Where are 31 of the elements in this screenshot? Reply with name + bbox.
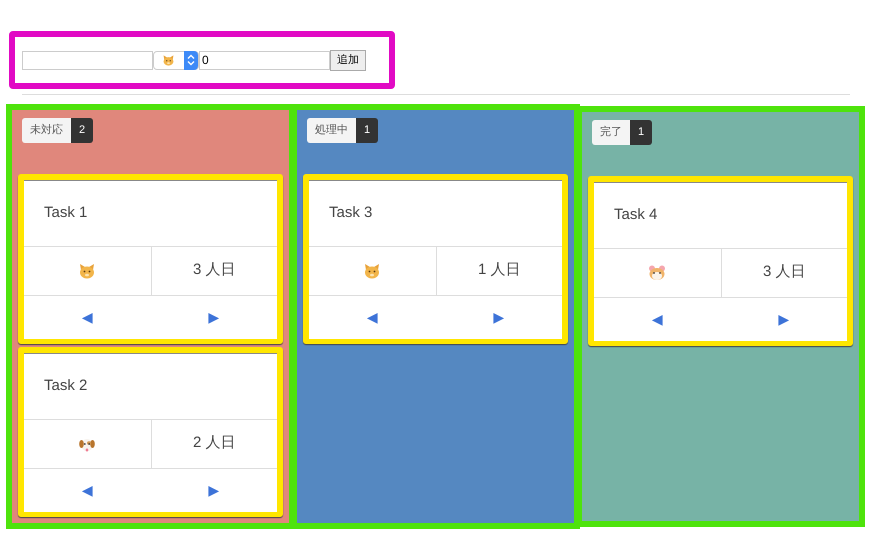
move-right-button[interactable]: ▶ bbox=[150, 296, 277, 338]
task-title: Task 1 bbox=[44, 202, 88, 223]
task-title: Task 3 bbox=[329, 202, 372, 223]
task-count: 1 bbox=[356, 118, 378, 142]
column-label: 完了 bbox=[592, 120, 630, 144]
title-input-field[interactable] bbox=[22, 50, 153, 70]
task-count: 1 bbox=[630, 120, 652, 144]
cat-face-icon bbox=[363, 262, 382, 279]
task-days: 1 人日 bbox=[478, 259, 520, 282]
move-right-button[interactable]: ▶ bbox=[150, 468, 277, 512]
task-days: 3 人日 bbox=[192, 259, 236, 282]
move-right-button[interactable]: ▶ bbox=[720, 298, 847, 340]
move-left-button[interactable]: ◀ bbox=[24, 468, 150, 512]
task-days: 2 人日 bbox=[192, 432, 236, 455]
task-count: 2 bbox=[71, 118, 94, 142]
cat-face-icon bbox=[78, 262, 96, 279]
move-right-button[interactable]: ▶ bbox=[436, 296, 562, 338]
column-label: 未対応 bbox=[22, 118, 71, 142]
select-arrows-icon bbox=[184, 50, 198, 70]
task-days: 3 人日 bbox=[762, 261, 806, 284]
days-input-field[interactable]: 0 bbox=[199, 50, 330, 70]
column-label: 処理中 bbox=[307, 118, 356, 142]
move-left-button[interactable]: ◀ bbox=[594, 298, 720, 340]
move-left-button[interactable]: ◀ bbox=[309, 296, 436, 338]
task-title: Task 4 bbox=[614, 204, 658, 225]
cat-face-icon bbox=[162, 54, 175, 66]
add-button[interactable]: 追加 bbox=[330, 50, 366, 70]
task-title: Task 2 bbox=[44, 376, 88, 396]
move-left-button[interactable]: ◀ bbox=[24, 296, 150, 338]
assignee-select[interactable] bbox=[153, 50, 199, 70]
hamster-face-icon bbox=[648, 264, 666, 281]
